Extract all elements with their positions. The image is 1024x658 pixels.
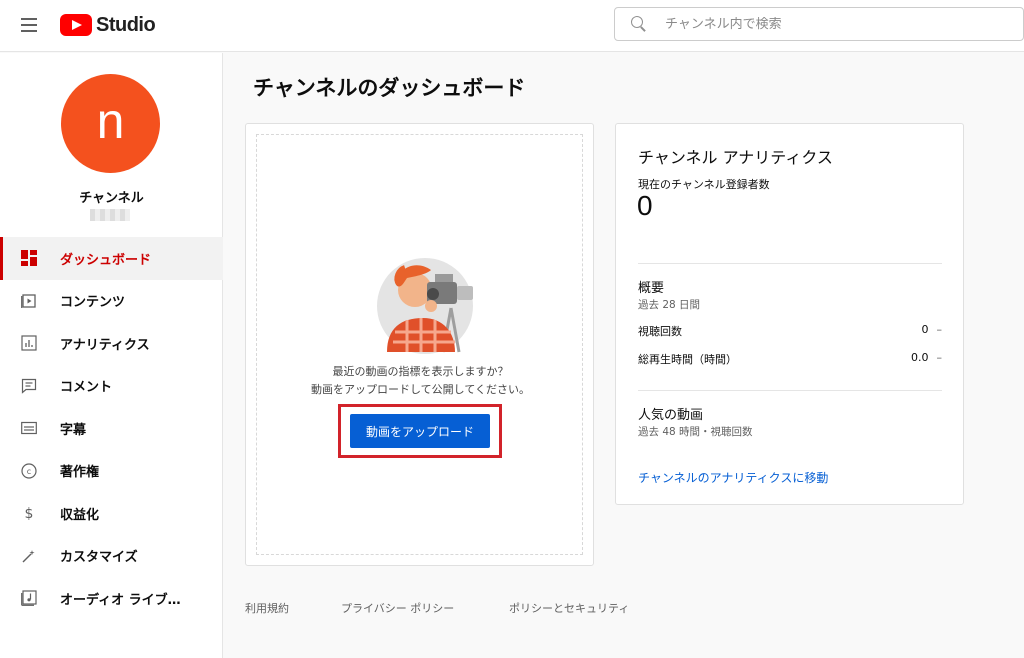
svg-text:c: c <box>27 467 31 476</box>
subtitles-icon <box>20 419 38 437</box>
page-title: チャンネルのダッシュボード <box>253 76 526 100</box>
top-videos-period: 過去 48 時間・視聴回数 <box>638 426 753 438</box>
top-bar: Studio <box>0 0 1024 52</box>
subscribers-count: 0 <box>637 190 653 221</box>
search-icon <box>631 16 647 32</box>
sidebar-item-audio-library[interactable]: オーディオ ライブ… <box>0 577 223 620</box>
monetization-icon: $ <box>20 504 38 522</box>
summary-period: 過去 28 日間 <box>638 299 701 311</box>
watch-time-trend: – <box>936 351 943 364</box>
sidebar-item-comments[interactable]: コメント <box>0 365 223 408</box>
footer-privacy-link[interactable]: プライバシー ポリシー <box>341 600 454 616</box>
footer-policy-link[interactable]: ポリシーとセキュリティ <box>509 600 629 616</box>
top-videos-title: 人気の動画 <box>638 408 704 423</box>
sidebar-item-label: コメント <box>60 380 113 396</box>
customize-icon <box>20 547 38 565</box>
audio-library-icon <box>20 589 38 607</box>
search-input[interactable] <box>665 16 985 32</box>
go-to-analytics-link[interactable]: チャンネルのアナリティクスに移動 <box>638 469 828 486</box>
watch-time-value: 0.0 <box>911 351 929 364</box>
sidebar-item-label: 字幕 <box>60 422 87 438</box>
sidebar-item-label: アナリティクス <box>60 337 150 353</box>
copyright-icon: c <box>20 462 38 480</box>
views-row: 視聴回数 0– <box>638 323 942 339</box>
upload-prompt-line2: 動画をアップロードして公開してください。 <box>310 383 530 396</box>
dashboard-icon <box>20 249 38 267</box>
sidebar-item-label: カスタマイズ <box>60 550 138 566</box>
avatar[interactable]: n <box>61 74 160 173</box>
watch-time-row: 総再生時間（時間） 0.0– <box>638 351 942 367</box>
sidebar-item-label: ダッシュボード <box>60 252 152 268</box>
analytics-card-title: チャンネル アナリティクス <box>638 148 833 167</box>
views-trend: – <box>936 323 943 336</box>
upload-card: 最近の動画の指標を表示しますか？ 動画をアップロードして公開してください。 <box>245 123 594 566</box>
divider <box>638 263 942 264</box>
sidebar-item-analytics[interactable]: アナリティクス <box>0 322 223 365</box>
watch-time-label: 総再生時間（時間） <box>638 353 737 366</box>
divider <box>638 390 942 391</box>
upload-video-button[interactable]: 動画をアップロード <box>350 414 490 448</box>
sidebar-item-content[interactable]: コンテンツ <box>0 280 223 323</box>
search-box[interactable] <box>614 7 1024 41</box>
sidebar-item-label: 著作権 <box>60 465 100 481</box>
logo-text: Studio <box>96 13 156 36</box>
footer-terms-link[interactable]: 利用規約 <box>245 600 289 616</box>
views-value: 0 <box>921 323 929 336</box>
sidebar-item-subtitles[interactable]: 字幕 <box>0 407 223 450</box>
sidebar-item-customize[interactable]: カスタマイズ <box>0 535 223 578</box>
sidebar-item-label: コンテンツ <box>60 295 126 311</box>
upload-dropzone: 最近の動画の指標を表示しますか？ 動画をアップロードして公開してください。 <box>256 134 583 555</box>
subscribers-label: 現在のチャンネル登録者数 <box>638 178 770 191</box>
channel-handle-blurred <box>90 209 130 221</box>
hamburger-menu-icon[interactable] <box>18 14 40 36</box>
sidebar-nav: ダッシュボード コンテンツ アナリティクス コメント 字幕 c 著作権 $ 収益… <box>0 237 223 620</box>
studio-logo[interactable]: Studio <box>60 12 156 38</box>
upload-prompt-line1: 最近の動画の指標を表示しますか？ <box>332 365 509 378</box>
svg-text:$: $ <box>25 506 34 521</box>
sidebar-item-label: 収益化 <box>60 507 100 523</box>
camera-operator-illustration <box>377 258 473 354</box>
analytics-icon <box>20 334 38 352</box>
channel-analytics-card: チャンネル アナリティクス 現在のチャンネル登録者数 0 概要 過去 28 日間… <box>615 123 964 505</box>
content-icon <box>20 292 38 310</box>
upload-button-highlight: 動画をアップロード <box>338 404 502 458</box>
sidebar-item-copyright[interactable]: c 著作権 <box>0 450 223 493</box>
sidebar-item-dashboard[interactable]: ダッシュボード <box>0 237 223 280</box>
sidebar-item-monetization[interactable]: $ 収益化 <box>0 492 223 535</box>
sidebar: n チャンネル ダッシュボード コンテンツ アナリティクス コメント 字幕 c … <box>0 53 223 658</box>
summary-title: 概要 <box>638 281 665 296</box>
views-label: 視聴回数 <box>638 325 682 338</box>
youtube-play-icon <box>60 14 92 36</box>
comments-icon <box>20 377 38 395</box>
sidebar-item-label: オーディオ ライブ… <box>60 592 181 608</box>
channel-name: チャンネル <box>79 191 144 206</box>
